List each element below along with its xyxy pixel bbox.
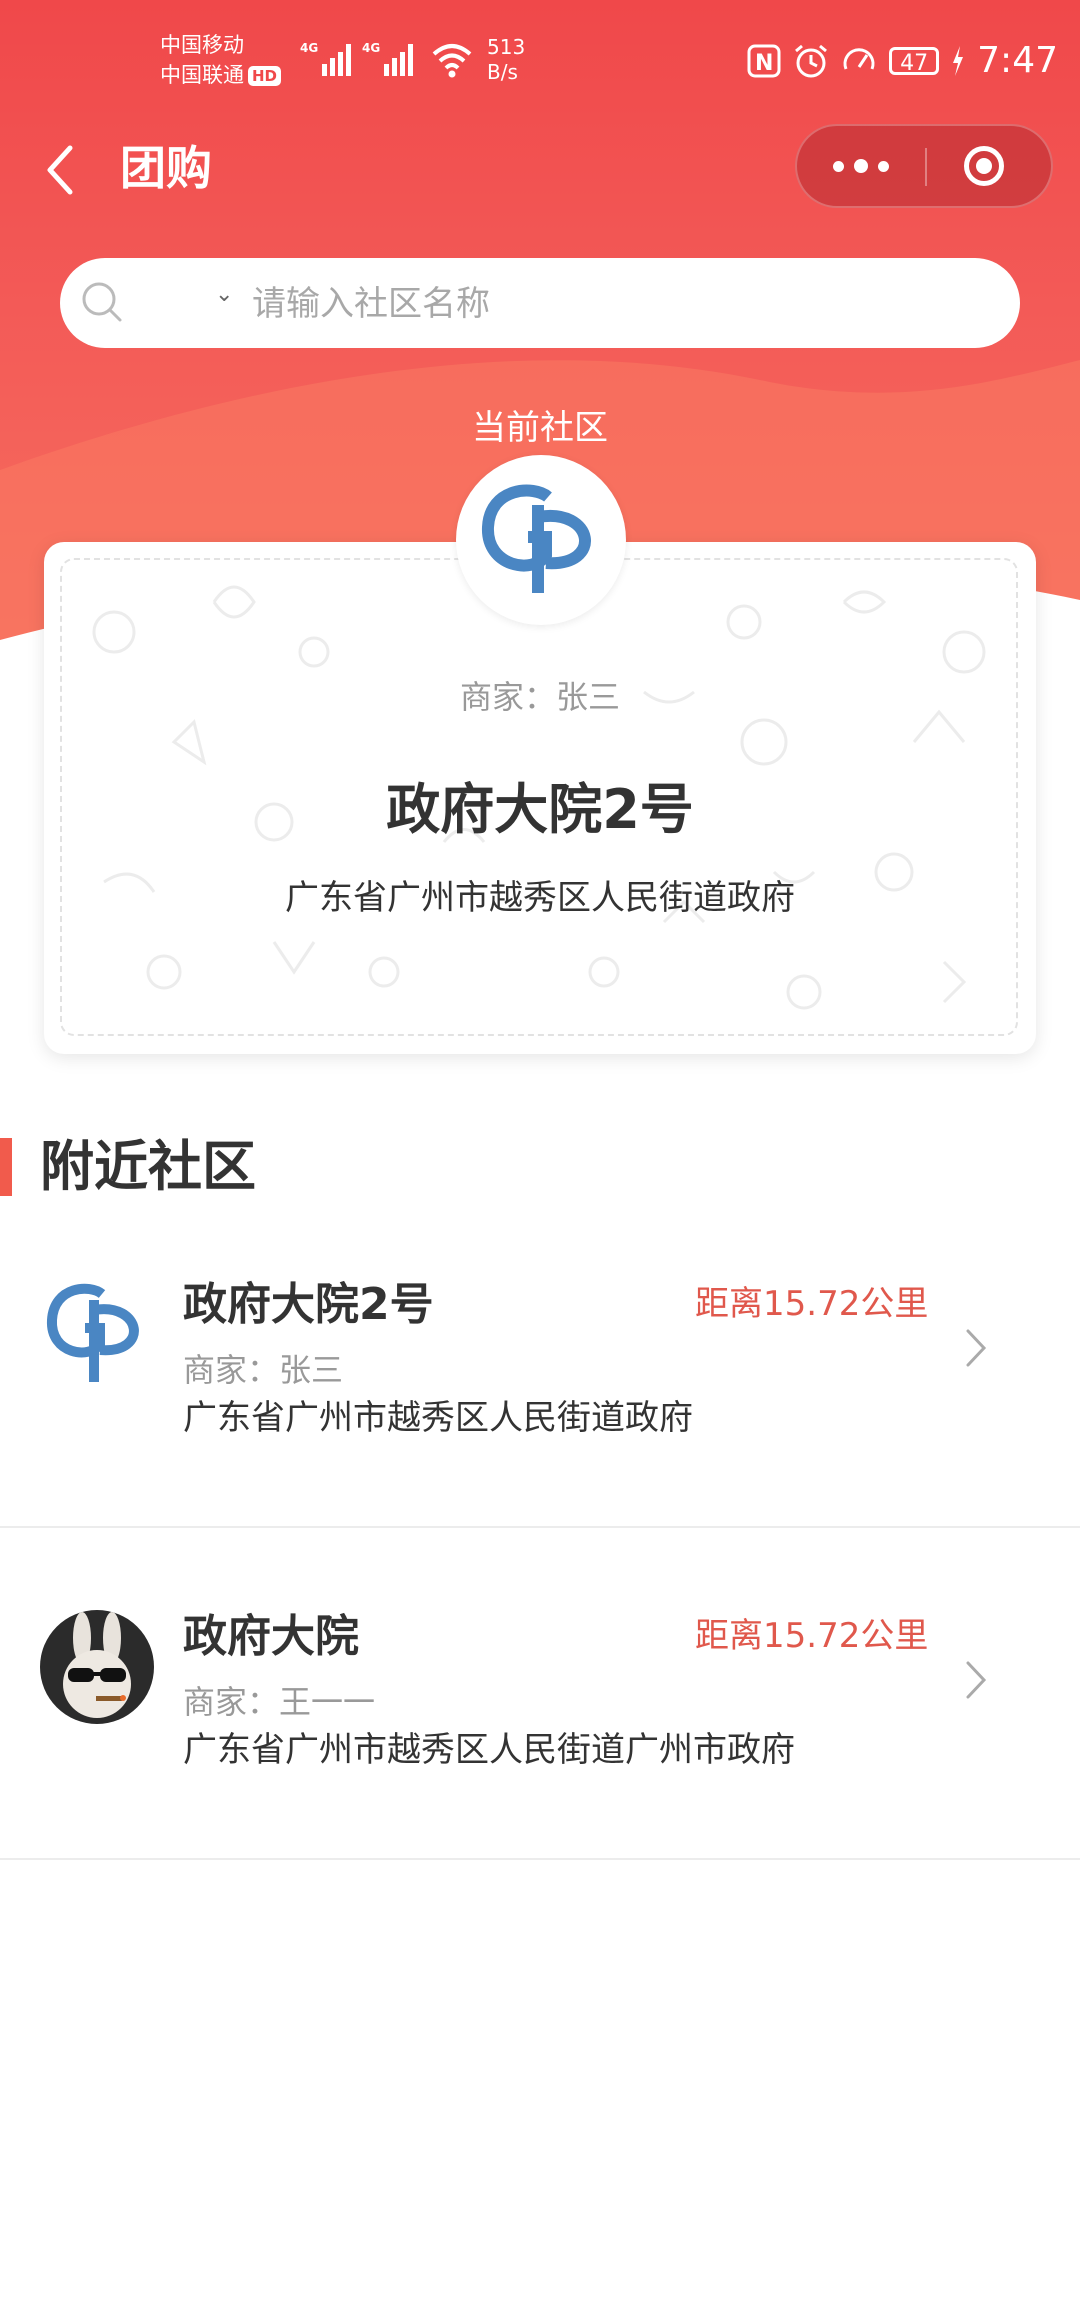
distance-label: 距离15.72公里 xyxy=(695,1616,929,1656)
signal-icon-2: 4G xyxy=(362,41,413,76)
rabbit-avatar-icon xyxy=(40,1610,154,1724)
page-title: 团购 xyxy=(120,141,212,195)
current-merchant: 商家：张三 xyxy=(459,678,620,716)
current-community-label: 当前社区 xyxy=(472,408,608,448)
search-bar[interactable]: ⌄ xyxy=(60,258,1020,348)
carrier-2: 中国联通 xyxy=(160,63,244,87)
speedometer-icon xyxy=(843,47,875,70)
chevron-down-icon[interactable]: ⌄ xyxy=(215,282,233,307)
list-divider xyxy=(0,1858,1080,1860)
avatar xyxy=(40,1610,154,1724)
avatar xyxy=(40,1278,154,1392)
nearby-section-title: 附近社区 xyxy=(40,1135,256,1198)
more-options-button[interactable] xyxy=(797,126,925,206)
list-item[interactable]: 政府大院 距离15.72公里 商家：王一一 广东省广州市越秀区人民街道广州市政府 xyxy=(0,1560,1080,1892)
wifi-icon xyxy=(432,44,472,78)
net-speed: 513 B/s xyxy=(487,35,526,84)
community-address: 广东省广州市越秀区人民街道政府 xyxy=(183,1398,693,1438)
gp-logo-icon xyxy=(482,484,591,593)
hd-badge: HD xyxy=(248,66,282,86)
gp-logo-icon xyxy=(47,1283,139,1382)
svg-text:N: N xyxy=(755,51,773,76)
status-right: N 47 7:47 xyxy=(747,40,1058,81)
community-name: 政府大院2号 xyxy=(183,1279,434,1330)
distance-label: 距离15.72公里 xyxy=(695,1284,929,1324)
svg-text:4G: 4G xyxy=(300,41,318,55)
carrier-1: 中国移动 xyxy=(160,33,244,57)
merchant-label: 商家：张三 xyxy=(183,1351,344,1389)
list-divider xyxy=(0,1526,1080,1528)
capsule-divider xyxy=(925,148,927,186)
miniprogram-capsule xyxy=(795,124,1053,208)
nfc-icon: N xyxy=(747,44,781,77)
close-miniprogram-button[interactable] xyxy=(964,146,1004,186)
clock: 7:47 xyxy=(977,40,1058,81)
search-icon xyxy=(82,282,122,322)
charging-icon xyxy=(953,45,964,76)
status-bar: 中国移动 中国联通 HD 4G 4G 513 B/s N 47 7:47 xyxy=(0,0,1080,120)
battery-indicator: 47 xyxy=(889,46,940,76)
svg-text:4G: 4G xyxy=(362,41,380,55)
search-input[interactable] xyxy=(250,273,994,335)
signal-icon: 4G xyxy=(300,41,351,76)
current-community-name: 政府大院2号 xyxy=(386,778,694,841)
community-address: 广东省广州市越秀区人民街道广州市政府 xyxy=(183,1730,795,1770)
list-item[interactable]: 政府大院2号 距离15.72公里 商家：张三 广东省广州市越秀区人民街道政府 xyxy=(0,1228,1080,1560)
chevron-right-icon xyxy=(966,1661,987,1699)
merchant-label: 商家：王一一 xyxy=(183,1683,376,1721)
back-arrow-icon[interactable] xyxy=(40,140,80,200)
chevron-right-icon xyxy=(966,1329,987,1367)
community-logo xyxy=(456,455,626,625)
current-community-address: 广东省广州市越秀区人民街道政府 xyxy=(285,878,795,918)
carrier-info: 中国移动 中国联通 HD xyxy=(160,30,282,90)
section-accent-bar xyxy=(0,1138,12,1196)
community-name: 政府大院 xyxy=(183,1611,359,1662)
alarm-icon xyxy=(795,44,828,77)
